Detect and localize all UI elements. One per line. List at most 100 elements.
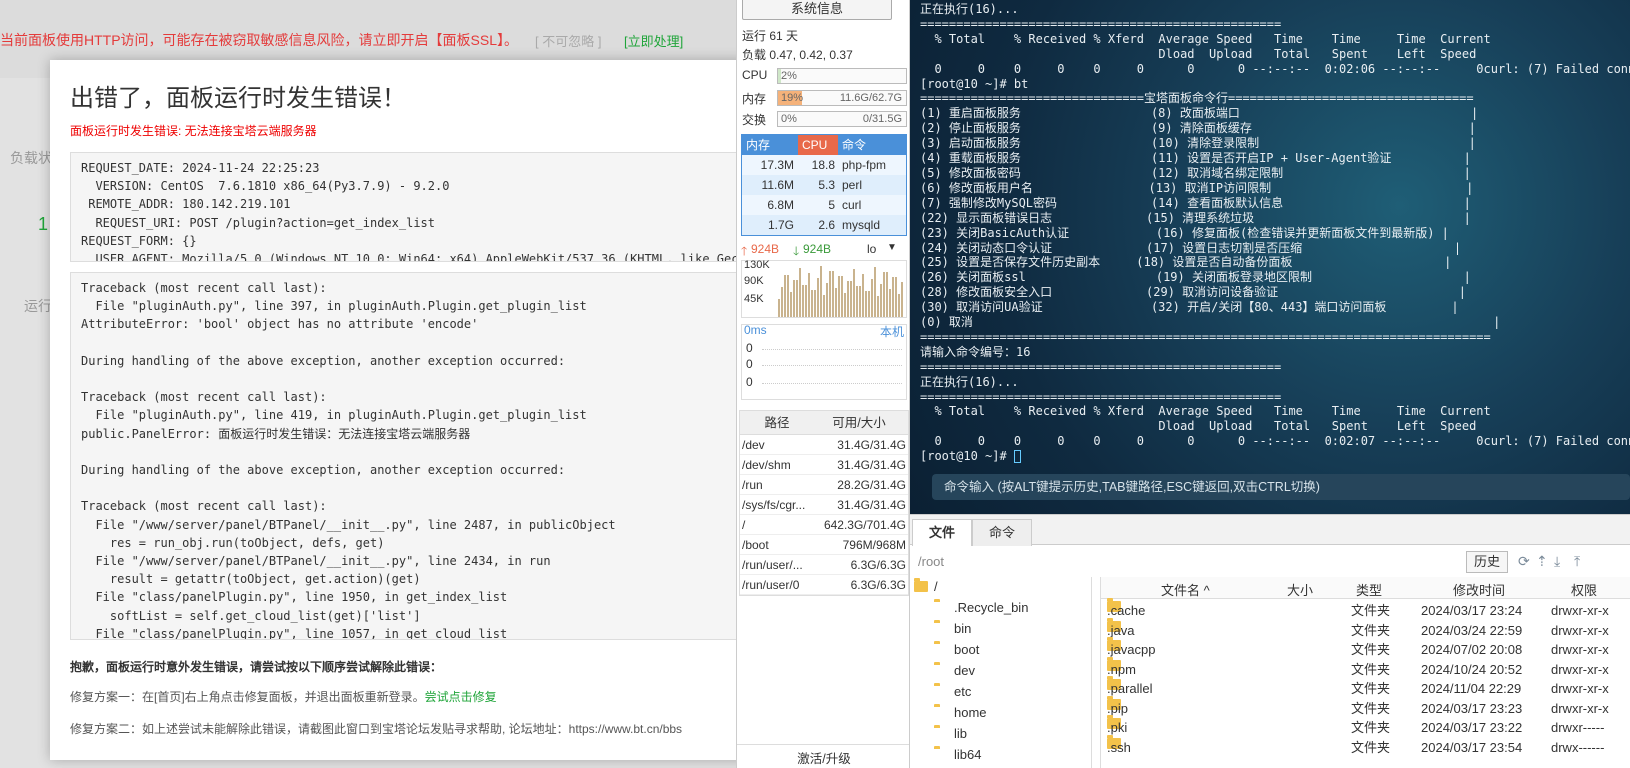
folder-icon (934, 683, 948, 697)
latency-value: 0 (746, 341, 753, 355)
tree-item-root[interactable]: / (914, 577, 938, 597)
tree-item[interactable]: etc (934, 682, 971, 702)
terminal[interactable]: 正在执行(16)... ============================… (910, 0, 1630, 514)
net-activity-bar (832, 271, 834, 317)
tree-item[interactable]: dev (934, 661, 975, 681)
file-row[interactable]: .javacpp 文件夹 2024/07/02 20:08 drwxr-xr-x (1101, 637, 1630, 660)
disk-header-path[interactable]: 路径 (740, 411, 812, 434)
net-activity-bar (844, 293, 846, 317)
net-activity-bar (787, 275, 789, 317)
net-activity-bar (802, 285, 804, 317)
disk-row[interactable]: /boot 796M/968M (740, 535, 908, 555)
history-button[interactable]: 历史 (1466, 551, 1508, 573)
directory-tree: / .Recycle_bin bin boot dev etc home lib… (910, 577, 1092, 768)
net-activity-bar (808, 273, 810, 317)
path-input[interactable]: /root (918, 554, 944, 569)
swap-pct: 0% (781, 113, 797, 125)
latency-host[interactable]: 本机 (880, 323, 904, 340)
net-activity-bar (892, 277, 894, 317)
folder-icon (934, 704, 948, 718)
file-row[interactable]: .cache 文件夹 2024/03/17 23:24 drwxr-xr-x (1101, 598, 1630, 621)
net-activity-bar (796, 280, 798, 317)
mem-pct: 19% (781, 92, 804, 104)
tree-item[interactable]: bin (934, 619, 971, 639)
net-activity-bar (847, 281, 849, 317)
net-activity-bar (856, 286, 858, 317)
folder-icon (934, 620, 948, 634)
file-manager-tabs: 文件 命令 (910, 515, 1630, 546)
folder-icon (934, 599, 948, 613)
disk-row[interactable]: /dev 31.4G/31.4G (740, 435, 908, 455)
tab-files[interactable]: 文件 (912, 519, 973, 546)
disk-row[interactable]: /dev/shm 31.4G/31.4G (740, 455, 908, 475)
disk-row[interactable]: /run/user/... 6.3G/6.3G (740, 555, 908, 575)
net-tick: 130K (744, 259, 770, 271)
activate-upgrade-button[interactable]: 激活/升级 (737, 744, 909, 767)
tree-item[interactable]: lib64 (934, 745, 981, 765)
disk-row[interactable]: /sys/fs/cgr... 31.4G/31.4G (740, 495, 908, 515)
system-info-button[interactable]: 系统信息 (742, 0, 892, 20)
try-repair-link[interactable]: 尝试点击修复 (425, 690, 497, 704)
col-size[interactable]: 大小 (1287, 580, 1313, 599)
net-interface-select[interactable]: lo (867, 242, 876, 256)
download-icon[interactable]: ⤓ (1554, 553, 1560, 570)
tree-item[interactable]: lib (934, 724, 967, 744)
file-row[interactable]: .java 文件夹 2024/03/24 22:59 drwxr-xr-x (1101, 617, 1630, 641)
net-activity-bar (838, 276, 840, 317)
file-list: 文件名 ^ 大小 类型 修改时间 权限 .cache 文件夹 2024/03/17 … (1100, 577, 1630, 768)
disk-row[interactable]: /642.3G/701.4G (740, 515, 908, 535)
net-activity-bar (790, 292, 792, 317)
net-activity-bar (829, 271, 831, 317)
upload-icon[interactable]: ⤒ (1574, 553, 1580, 570)
proc-header-mem[interactable]: 内存 (742, 135, 798, 155)
mem-bar: 19% 11.6G/62.7G (777, 90, 907, 106)
file-row[interactable]: .parallel 文件夹 2024/11/04 22:29 drwxr-xr-x (1101, 676, 1630, 699)
path-bar: /root 历史 ⟳ ⇡ ⤓ ⤒ (910, 549, 1630, 575)
latency-panel: 0ms 本机 0 0 0 (741, 323, 907, 400)
file-row[interactable]: .npm 文件夹 2024/10/24 20:52 drwxr-xr-x (1101, 656, 1630, 680)
file-row[interactable]: .ssh 文件夹 2024/03/17 23:54 drwx------ (1101, 734, 1630, 758)
net-activity-bar (862, 274, 864, 317)
process-rows: 17.3M 18.8 php-fpm 11.6M 5.3 perl 6.8M 5 curl … (742, 155, 906, 235)
folder-icon (934, 662, 948, 676)
chevron-down-icon[interactable]: ▼ (887, 242, 897, 253)
up-dir-icon[interactable]: ⇡ (1536, 553, 1548, 570)
command-input[interactable]: 命令输入 (按ALT键提示历史,TAB键路径,ESC键返回,双击CTRL切换) (932, 474, 1630, 500)
tree-item[interactable]: home (934, 703, 987, 723)
tree-item[interactable]: boot (934, 640, 979, 660)
net-activity-bar (883, 272, 885, 317)
cpu-label: CPU (742, 68, 768, 82)
file-row[interactable]: .pki 文件夹 2024/03/17 23:22 drwxr----- (1101, 715, 1630, 738)
col-type[interactable]: 类型 (1356, 580, 1382, 599)
swap-bar: 0% 0/31.5G (777, 111, 907, 127)
folder-icon (914, 578, 928, 592)
fix-option-1-text: 修复方案一：在[首页]右上角点击修复面板，并退出面板重新登录。 (70, 690, 425, 704)
refresh-icon[interactable]: ⟳ (1518, 553, 1530, 570)
file-row[interactable]: .pip 文件夹 2024/03/17 23:23 drwxr-xr-x (1101, 695, 1630, 719)
tab-commands[interactable]: 命令 (972, 519, 1033, 546)
net-activity-bar (784, 275, 786, 317)
process-row: 17.3M 18.8 php-fpm (742, 155, 906, 175)
file-manager: 文件 命令 /root 历史 ⟳ ⇡ ⤓ ⤒ / .Recycle_bin bi… (910, 514, 1630, 768)
bt-panel-page: 当前面板使用HTTP访问，可能存在被窃取敏感信息风险，请立即开启【面板SSL】。… (0, 0, 736, 768)
disk-header-size[interactable]: 可用/大小 (812, 411, 908, 434)
fix-now-link[interactable]: [立即处理] (624, 31, 683, 50)
col-mtime[interactable]: 修改时间 (1453, 580, 1505, 599)
net-activity-bar (841, 276, 843, 317)
net-activity-bar (781, 287, 783, 317)
mem-label: 内存 (742, 92, 767, 106)
net-activity-bar (865, 291, 867, 317)
proc-header-cmd[interactable]: 命令 (838, 135, 906, 155)
net-activity-bar (880, 284, 882, 317)
terminal-output: 正在执行(16)... ============================… (920, 2, 1630, 464)
disk-row[interactable]: /run 28.2G/31.4G (740, 475, 908, 495)
ignore-link[interactable]: [ 不可忽略 ] (535, 31, 601, 50)
net-activity-bar (823, 295, 825, 317)
proc-header-cpu[interactable]: CPU (798, 135, 838, 155)
latency-value: 0 (746, 375, 753, 389)
col-perm[interactable]: 权限 (1571, 580, 1597, 599)
disk-row[interactable]: /run/user/0 6.3G/6.3G (740, 575, 908, 595)
tree-item[interactable]: .Recycle_bin (934, 598, 1028, 618)
col-name[interactable]: 文件名 ^ (1161, 580, 1210, 599)
net-tick: 90K (744, 275, 764, 287)
